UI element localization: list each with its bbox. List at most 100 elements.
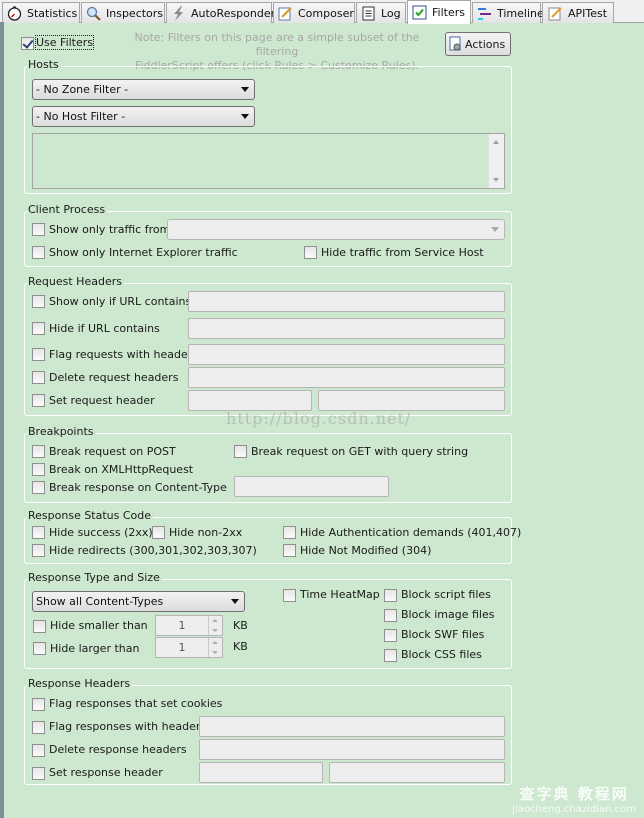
host-list-scrollbar[interactable] [488,134,504,188]
status-code-title: Response Status Code [27,509,154,522]
hide-url-checkbox[interactable] [32,322,45,335]
stepper-down-icon[interactable] [212,629,218,632]
hide-smaller-unit: KB [233,619,248,632]
flag-requests-input[interactable] [188,344,505,365]
block-css-label: Block CSS files [401,648,482,661]
content-types-select[interactable]: Show all Content-Types [32,591,245,612]
flag-requests-label: Flag requests with headers [49,348,198,361]
delete-request-headers-input[interactable] [188,367,505,388]
show-only-url-label: Show only if URL contains [49,295,192,308]
stepper-up-icon[interactable] [212,619,218,622]
hide-service-host-checkbox[interactable] [304,246,317,259]
hide-smaller-stepper[interactable]: 1 [155,615,223,636]
block-swf-label: Block SWF files [401,628,485,641]
tab-label: APITest [568,6,608,20]
set-response-header-name-input[interactable] [199,762,323,783]
delete-request-headers-label: Delete request headers [49,371,179,384]
time-heatmap-checkbox[interactable] [283,589,296,602]
break-xhr-label: Break on XMLHttpRequest [49,463,194,476]
tab-timeline[interactable]: Timeline [472,2,544,23]
block-image-checkbox[interactable] [384,609,397,622]
stepper-up-icon[interactable] [212,641,218,644]
time-heatmap-label: Time HeatMap [300,588,380,601]
tab-filters[interactable]: Filters [407,0,471,24]
show-only-ie-checkbox[interactable] [32,246,45,259]
set-request-header-value-input[interactable] [318,390,505,411]
show-only-url-checkbox[interactable] [32,295,45,308]
stepper-down-icon[interactable] [212,651,218,654]
hide-larger-label: Hide larger than [50,642,140,655]
block-image-label: Block image files [401,608,495,621]
stepper-buttons[interactable] [208,638,222,657]
actions-icon [449,36,463,52]
hide-url-input[interactable] [188,318,505,339]
tab-log[interactable]: Log [356,2,406,23]
break-get-query-checkbox[interactable] [234,445,247,458]
block-script-label: Block script files [401,588,491,601]
delete-response-headers-checkbox[interactable] [32,744,45,757]
flag-cookies-checkbox[interactable] [32,698,45,711]
tab-label: Log [381,6,401,20]
tab-bar: Statistics Inspectors AutoResponder Comp… [0,0,644,24]
flag-requests-checkbox[interactable] [32,348,45,361]
zone-filter-select[interactable]: - No Zone Filter - [32,79,255,100]
hide-larger-unit: KB [233,640,248,653]
delete-response-headers-label: Delete response headers [49,743,187,756]
stepper-buttons[interactable] [208,616,222,635]
use-filters-label[interactable]: Use Filters [34,35,95,50]
break-content-type-input[interactable] [234,476,389,497]
zone-filter-value: - No Zone Filter - [36,83,129,96]
host-filter-select[interactable]: - No Host Filter - [32,106,255,127]
content-types-value: Show all Content-Types [36,595,164,608]
hide-smaller-checkbox[interactable] [33,620,46,633]
tab-label: Filters [432,6,465,19]
delete-request-headers-checkbox[interactable] [32,371,45,384]
hide-redirects-checkbox[interactable] [32,544,45,557]
tab-statistics[interactable]: Statistics [2,2,80,23]
tab-apitest[interactable]: APITest [542,2,614,23]
tab-label: Timeline [497,6,544,20]
hide-not-modified-label: Hide Not Modified (304) [300,544,432,557]
set-request-header-label: Set request header [49,394,155,407]
show-only-url-input[interactable] [188,291,505,312]
set-request-header-checkbox[interactable] [32,394,45,407]
scroll-down-icon[interactable] [493,178,499,182]
hide-success-label: Hide success (2xx) [49,526,153,539]
tab-label: Inspectors [106,6,164,20]
actions-label: Actions [465,37,506,51]
flag-responses-checkbox[interactable] [32,721,45,734]
set-response-header-value-input[interactable] [329,762,505,783]
chevron-down-icon [241,114,249,119]
actions-button[interactable]: Actions [445,32,511,56]
block-swf-checkbox[interactable] [384,629,397,642]
host-list-textarea[interactable] [32,133,505,189]
hide-larger-checkbox[interactable] [33,642,46,655]
site-watermark-url: jiaocheng.chazidian.com [512,804,636,815]
tab-inspectors[interactable]: Inspectors [81,2,165,23]
hide-redirects-label: Hide redirects (300,301,302,303,307) [49,544,257,557]
block-css-checkbox[interactable] [384,649,397,662]
show-only-ie-label: Show only Internet Explorer traffic [49,246,238,259]
hide-non2xx-checkbox[interactable] [152,526,165,539]
tab-composer[interactable]: Composer [273,2,355,23]
set-request-header-name-input[interactable] [188,390,312,411]
set-response-header-checkbox[interactable] [32,767,45,780]
tab-autoresponder[interactable]: AutoResponder [166,2,275,23]
timeline-bars-icon [477,5,492,21]
show-only-traffic-from-checkbox[interactable] [32,223,45,236]
scroll-up-icon[interactable] [493,140,499,144]
break-xhr-checkbox[interactable] [32,463,45,476]
break-post-checkbox[interactable] [32,445,45,458]
block-script-checkbox[interactable] [384,589,397,602]
delete-response-headers-input[interactable] [199,739,505,760]
stopwatch-icon [7,5,22,21]
hide-auth-checkbox[interactable] [283,526,296,539]
hide-success-checkbox[interactable] [32,526,45,539]
tab-label: Composer [298,6,354,20]
hide-larger-stepper[interactable]: 1 [155,637,223,658]
break-content-type-checkbox[interactable] [32,481,45,494]
hide-not-modified-checkbox[interactable] [283,544,296,557]
flag-responses-input[interactable] [199,716,505,737]
use-filters-checkbox[interactable] [21,37,34,50]
process-select[interactable] [167,219,505,240]
